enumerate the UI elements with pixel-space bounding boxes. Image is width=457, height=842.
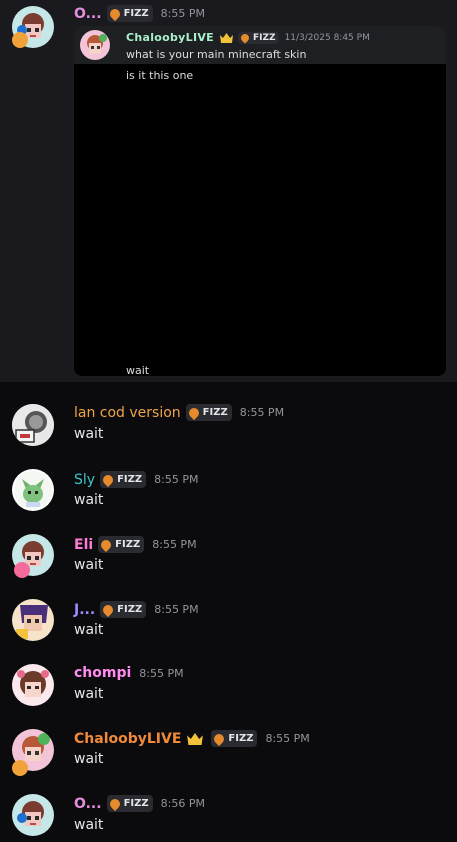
- embed-avatar[interactable]: [80, 30, 110, 60]
- fizz-tag-icon: [107, 796, 122, 811]
- guild-tag-label: FIZZ: [123, 798, 149, 809]
- message-item[interactable]: lan cod version FIZZ 8:55 PM wait: [0, 400, 457, 460]
- message-item[interactable]: Eli FIZZ 8:55 PM wait: [0, 532, 457, 592]
- embed-text-line: is it this one: [126, 69, 194, 82]
- message-text: wait: [74, 686, 104, 702]
- author-name[interactable]: lan cod version: [74, 405, 181, 421]
- fizz-tag-icon: [107, 6, 122, 21]
- crown-icon: [187, 732, 204, 745]
- avatar-decoration-icon: [12, 32, 28, 48]
- timestamp: 8:55 PM: [265, 732, 310, 745]
- avatar[interactable]: [12, 404, 54, 446]
- author-name[interactable]: O...: [74, 796, 102, 812]
- message-text: wait: [74, 557, 104, 573]
- message-item[interactable]: J... FIZZ 8:55 PM wait: [0, 597, 457, 657]
- message-text: wait: [74, 817, 104, 833]
- guild-tag-label: FIZZ: [115, 539, 141, 550]
- guild-tag[interactable]: FIZZ: [211, 730, 258, 747]
- avatar-decoration-icon: [12, 760, 28, 776]
- message-item[interactable]: chompi 8:55 PM wait: [0, 662, 457, 722]
- fizz-tag-icon: [100, 472, 116, 487]
- embed-text-line: what is your main minecraft skin: [126, 48, 307, 61]
- embed-guild-tag[interactable]: FIZZ: [238, 31, 279, 44]
- message-item[interactable]: ChaloobyLIVE FIZZ 8:55 PM wait: [0, 727, 457, 787]
- author-name[interactable]: chompi: [74, 665, 131, 681]
- avatar[interactable]: [12, 664, 54, 706]
- fizz-tag-icon: [212, 731, 227, 746]
- embed-footer-text: wait: [126, 364, 150, 376]
- crown-icon: [220, 32, 233, 43]
- avatar[interactable]: [12, 794, 54, 836]
- message-text: wait: [74, 751, 104, 767]
- embed-timestamp: 11/3/2025 8:45 PM: [284, 32, 370, 43]
- timestamp: 8:55 PM: [239, 406, 285, 419]
- message-text: wait: [74, 622, 104, 638]
- guild-tag[interactable]: FIZZ: [185, 404, 232, 421]
- guild-tag[interactable]: FIZZ: [100, 601, 147, 618]
- message-text: wait: [74, 426, 104, 442]
- guild-tag-label: FIZZ: [117, 604, 143, 615]
- guild-tag-label: FIZZ: [228, 733, 254, 744]
- guild-tag-label: FIZZ: [202, 407, 228, 418]
- forwarded-message-embed[interactable]: ChaloobyLIVE FIZZ 11/3/2025 8:45 PM what…: [74, 26, 446, 376]
- timestamp: 8:56 PM: [160, 797, 205, 810]
- author-name[interactable]: Eli: [74, 537, 93, 553]
- author-name[interactable]: Sly: [74, 472, 95, 488]
- author-name[interactable]: ChaloobyLIVE: [74, 731, 181, 747]
- avatar-decoration-icon: [14, 562, 30, 578]
- embed-author-name[interactable]: ChaloobyLIVE: [126, 31, 214, 44]
- guild-tag[interactable]: FIZZ: [106, 795, 153, 812]
- guild-tag-label: FIZZ: [123, 8, 149, 19]
- message-text: wait: [74, 492, 104, 508]
- fizz-tag-icon: [186, 405, 201, 420]
- timestamp: 8:55 PM: [160, 7, 205, 20]
- timestamp: 8:55 PM: [154, 473, 199, 486]
- timestamp: 8:55 PM: [139, 666, 184, 680]
- author-name[interactable]: O...: [74, 6, 102, 22]
- fizz-tag-icon: [101, 602, 116, 617]
- author-name[interactable]: J...: [74, 602, 95, 618]
- fizz-tag-icon: [99, 537, 114, 552]
- timestamp: 8:55 PM: [152, 538, 197, 551]
- message-item[interactable]: O... FIZZ 8:56 PM wait: [0, 792, 457, 842]
- avatar[interactable]: [12, 599, 54, 641]
- guild-tag[interactable]: FIZZ: [98, 536, 145, 553]
- avatar[interactable]: [12, 469, 54, 511]
- message-item[interactable]: O... FIZZ 8:55 PM ChaloobyLIVE FIZZ 11/3…: [0, 0, 457, 382]
- guild-tag-label: FIZZ: [117, 474, 143, 485]
- message-item[interactable]: Sly FIZZ 8:55 PM wait: [0, 467, 457, 527]
- guild-tag[interactable]: FIZZ: [100, 471, 147, 488]
- fizz-tag-icon: [239, 31, 251, 44]
- timestamp: 8:55 PM: [154, 603, 199, 616]
- guild-tag[interactable]: FIZZ: [106, 5, 153, 22]
- embed-guild-tag-label: FIZZ: [253, 32, 276, 43]
